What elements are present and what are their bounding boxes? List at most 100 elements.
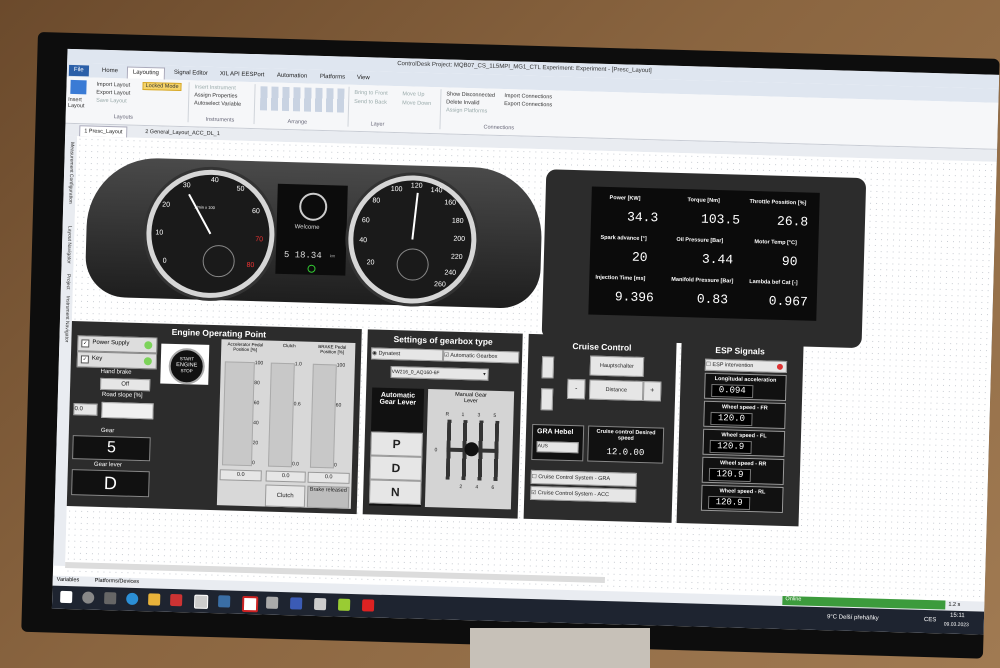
scale-label: 60 (253, 400, 260, 407)
road-slope-slider[interactable] (101, 401, 154, 420)
group-instruments-label: Instruments (205, 116, 235, 124)
gear-d-button[interactable]: D (369, 455, 423, 481)
align-icons[interactable] (259, 86, 345, 113)
autoselect-variable-button[interactable]: Autoselect Variable (194, 100, 241, 107)
automatic-gearbox-checkbox[interactable]: ☑ Automatic Gearbox (442, 349, 520, 364)
hand-brake-button[interactable]: Off (100, 377, 151, 392)
move-down-button[interactable]: Move Down (402, 100, 431, 107)
tab-signal-editor[interactable]: Signal Editor (169, 68, 213, 80)
data-label: Power [KW] (609, 195, 641, 202)
language-indicator[interactable]: CES (924, 617, 937, 623)
accelerator-input[interactable]: 0.0 (219, 469, 262, 482)
tab-layouting[interactable]: Layouting (126, 66, 166, 80)
key-toggle[interactable]: ✓ Key (76, 351, 158, 370)
matlab-icon[interactable] (170, 593, 183, 607)
pedal-group: Accelerator Pedal Position [%] Clutch BR… (216, 339, 356, 509)
tab-home[interactable]: Home (97, 66, 123, 78)
tab-variables[interactable]: Variables (57, 577, 80, 584)
hauptschalter-button[interactable]: Hauptschalter (589, 355, 645, 378)
data-value: 26.8 (776, 213, 809, 230)
move-up-button[interactable]: Move Up (402, 91, 424, 98)
scale-label: 80 (254, 380, 260, 387)
export-layout-button[interactable]: Export Layout (96, 90, 130, 97)
brake-slider[interactable] (309, 363, 337, 469)
side-tab-instrument-navigator[interactable]: Instrument Navigator (63, 296, 70, 343)
tab-platforms-devices[interactable]: Platforms/Devices (95, 578, 139, 585)
variant-select[interactable]: VW216_0_AQ160-6F ▾ (390, 365, 489, 381)
task-view-icon[interactable] (104, 592, 117, 605)
gear-label-3: 3 (477, 412, 481, 419)
distance-minus-button[interactable]: - (566, 378, 586, 400)
app-icon[interactable] (265, 596, 279, 609)
app-icon[interactable] (218, 595, 231, 608)
import-layout-button[interactable]: Import Layout (96, 82, 130, 89)
weather-widget[interactable]: 9°C Delší přeháňky (827, 614, 879, 621)
export-connections-button[interactable]: Export Connections (504, 101, 552, 108)
assign-platforms-button[interactable]: Assign Platforms (446, 107, 487, 114)
hand-brake-label: Hand brake (100, 368, 132, 376)
gra-hebel-select[interactable]: AUS (536, 441, 579, 454)
clock-time[interactable]: 15:11 (950, 613, 965, 619)
layout-canvas: 0 10 20 30 40 50 60 70 80 1/min x 100 We… (64, 136, 997, 602)
file-explorer-icon[interactable] (148, 593, 161, 606)
search-icon[interactable] (82, 591, 95, 604)
edge-icon[interactable] (126, 592, 139, 606)
gear-label-5: 5 (493, 412, 497, 419)
locked-mode-button[interactable]: Locked Mode (142, 81, 182, 92)
gear-p-button[interactable]: P (370, 431, 423, 457)
brake-released-button[interactable]: Brake released (306, 485, 350, 509)
clutch-input[interactable]: 0.0 (265, 470, 306, 483)
gear-n-button[interactable]: N (368, 479, 422, 505)
start-engine-button[interactable]: START ENGINE STOP (168, 347, 206, 385)
bring-to-front-button[interactable]: Bring to Front (354, 90, 387, 97)
windows-start-icon[interactable] (60, 590, 73, 604)
esp-intervention-checkbox[interactable]: ☐ ESP intervention (704, 358, 788, 374)
dspace-icon[interactable] (241, 595, 259, 613)
gear-label-r: R (445, 411, 450, 418)
send-to-back-button[interactable]: Send to Back (354, 99, 387, 106)
speedo-tick: 200 (453, 235, 466, 244)
distance-plus-button[interactable]: + (642, 381, 662, 402)
acc-system-checkbox[interactable]: ☑ Cruise Control System - ACC (530, 485, 637, 503)
show-disconnected-button[interactable]: Show Disconnected (446, 91, 495, 98)
cruise-lever-up[interactable] (541, 356, 555, 379)
tab-platforms[interactable]: Platforms (315, 72, 351, 84)
insert-layout-icon (70, 79, 87, 95)
save-layout-button[interactable]: Save Layout (96, 98, 127, 105)
tab-automation[interactable]: Automation (272, 71, 313, 83)
acrobat-icon[interactable] (361, 599, 375, 612)
clutch-button[interactable]: Clutch (264, 484, 306, 508)
insert-layout-button[interactable]: Insert Layout (68, 97, 90, 110)
clutch-slider[interactable] (267, 362, 295, 468)
controldesk-icon[interactable] (193, 594, 209, 609)
tab-xil-api[interactable]: XIL API EESPort (215, 69, 270, 82)
import-connections-button[interactable]: Import Connections (504, 93, 552, 100)
assign-properties-button[interactable]: Assign Properties (194, 92, 237, 99)
app-icon[interactable] (337, 598, 351, 611)
side-tab-project[interactable]: Project (65, 274, 71, 290)
acc-system-label: Cruise Control System - ACC (537, 490, 610, 499)
gear-label-2: 2 (459, 483, 463, 491)
distance-button[interactable]: Distance (588, 379, 644, 402)
esp-signal-label: Wheel speed - RR (719, 460, 767, 468)
tab-file[interactable]: File (68, 64, 89, 77)
data-value: 9.396 (614, 289, 655, 306)
gra-system-checkbox[interactable]: ☐ Cruise Control System - GRA (530, 469, 637, 487)
delete-invalid-button[interactable]: Delete Invalid (446, 99, 479, 106)
side-tab-layout-navigator[interactable]: Layout Navigator (66, 226, 73, 264)
dynatest-radio[interactable]: ◉ Dynatest (370, 347, 444, 362)
cruise-control-panel: Cruise Control Hauptschalter - Distance … (523, 333, 677, 523)
cruise-lever-down[interactable] (540, 388, 554, 411)
odometer: 5 18.34 (283, 249, 322, 262)
tab-view[interactable]: View (352, 73, 375, 85)
side-tab-measurement[interactable]: Measurement Configuration (67, 142, 75, 204)
accel-label: Accelerator Pedal Position [%] (227, 341, 264, 353)
brake-input[interactable]: 0.0 (307, 471, 350, 484)
clock-date[interactable]: 09.03.2023 (944, 622, 969, 629)
app-icon[interactable] (313, 597, 327, 611)
insert-instrument-button[interactable]: Insert Instrument (194, 84, 235, 91)
road-slope-input[interactable]: 0.0 (73, 403, 98, 416)
accelerator-slider[interactable] (221, 361, 255, 467)
app-icon[interactable] (289, 597, 303, 610)
data-label: Manifold Pressure [Bar] (671, 276, 734, 285)
